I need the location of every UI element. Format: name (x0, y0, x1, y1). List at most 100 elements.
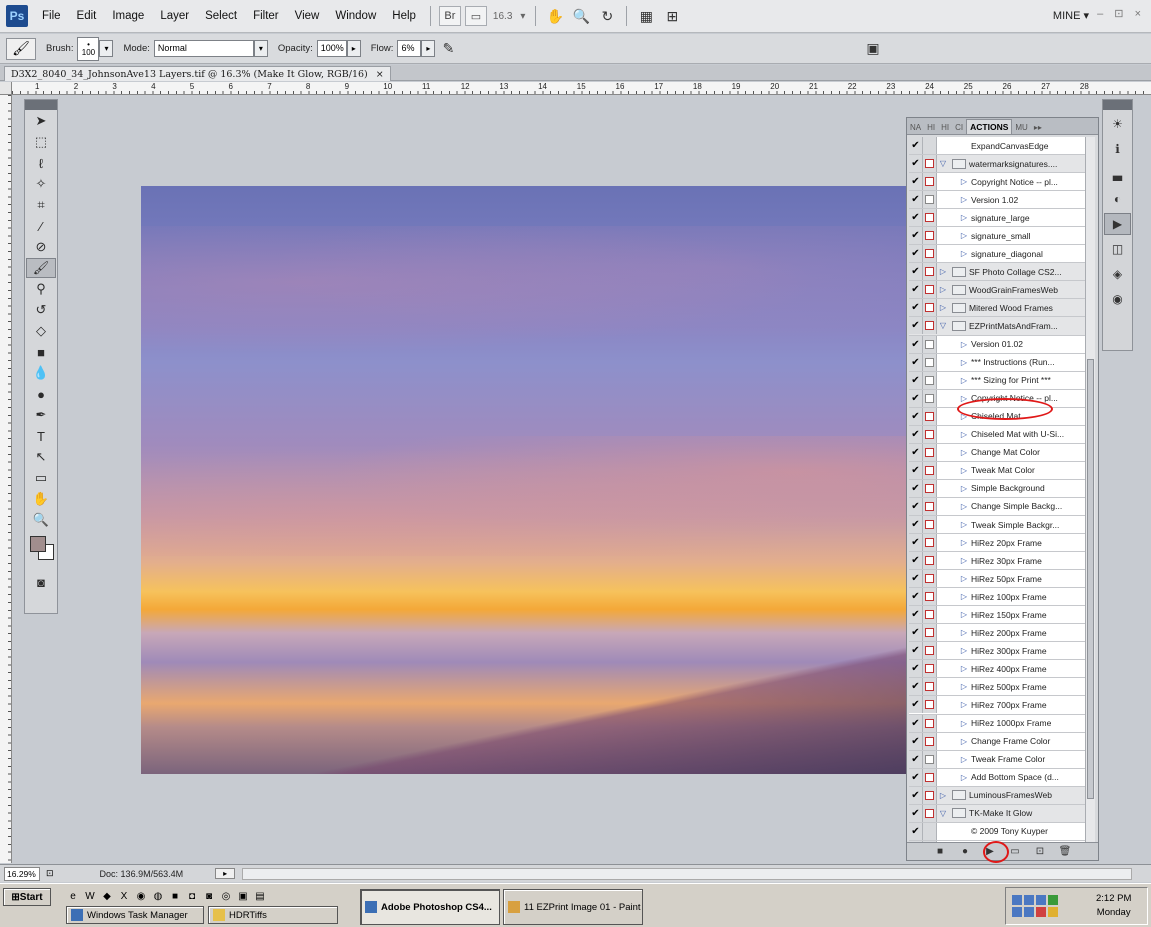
airbrush-icon[interactable]: ✎ (438, 39, 458, 59)
check-icon[interactable]: ✔ (909, 606, 923, 624)
blur-tool-icon[interactable]: 💧 (26, 363, 56, 383)
chevron-right-icon[interactable]: ▷ (959, 700, 969, 709)
pen-tool-icon[interactable]: ✒ (26, 405, 56, 425)
check-icon[interactable]: ✔ (909, 173, 923, 191)
chevron-right-icon[interactable]: ▷ (959, 556, 969, 565)
check-icon[interactable]: ✔ (909, 786, 923, 804)
action-item[interactable]: ✔ ▷ Tweak Mat Color (909, 461, 1089, 480)
dialog-toggle[interactable] (923, 660, 937, 678)
tray-icon[interactable] (1048, 895, 1058, 905)
menu-filter[interactable]: Filter (245, 10, 287, 22)
arrange-documents-icon[interactable]: ▦ (636, 6, 656, 26)
tab-masks[interactable]: MU (1012, 121, 1030, 134)
new-action-icon[interactable]: ⊡ (1033, 846, 1047, 857)
task-hdrtiffs[interactable]: HDRTiffs (208, 906, 338, 924)
menu-file[interactable]: File (34, 10, 69, 22)
check-icon[interactable]: ✔ (909, 660, 923, 678)
opacity-slider-toggle[interactable]: ▸ (346, 40, 361, 57)
chevron-right-icon[interactable]: ▷ (937, 285, 949, 294)
dialog-toggle[interactable] (923, 552, 937, 570)
action-item[interactable]: ✔ ▷ HiRez 1000px Frame (909, 714, 1089, 733)
check-icon[interactable]: ✔ (909, 696, 923, 714)
chevron-right-icon[interactable]: ▷ (937, 791, 949, 800)
bridge-icon[interactable]: Br (438, 6, 461, 26)
app-icon[interactable]: ◍ (151, 889, 165, 903)
info-icon[interactable]: ℹ (1104, 138, 1131, 160)
check-icon[interactable]: ✔ (909, 299, 923, 317)
action-item[interactable]: ✔ ▷ *** Sizing for Print *** (909, 371, 1089, 390)
action-item[interactable]: ✔ ▷ HiRez 30px Frame (909, 552, 1089, 571)
check-icon[interactable]: ✔ (909, 732, 923, 750)
new-set-icon[interactable]: ▭ (1008, 846, 1022, 857)
tray-icon[interactable] (1036, 907, 1046, 917)
chevron-right-icon[interactable]: ▷ (959, 177, 969, 186)
hand-tool-icon[interactable]: ✋ (26, 489, 56, 509)
chevron-right-icon[interactable]: ▷ (959, 592, 969, 601)
action-item[interactable]: ✔ ▷ HiRez 20px Frame (909, 534, 1089, 553)
check-icon[interactable]: ✔ (909, 227, 923, 245)
check-icon[interactable]: ✔ (909, 497, 923, 515)
dialog-toggle[interactable] (923, 389, 937, 407)
check-icon[interactable]: ✔ (909, 335, 923, 353)
chevron-right-icon[interactable]: ▷ (959, 448, 969, 457)
window-controls[interactable]: – ⊡ × (1097, 7, 1145, 20)
stop-icon[interactable]: ■ (933, 846, 947, 857)
type-tool-icon[interactable]: T (26, 426, 56, 446)
check-icon[interactable]: ✔ (909, 714, 923, 732)
dialog-toggle[interactable] (923, 281, 937, 299)
zoom-tool-icon[interactable]: 🔍 (26, 510, 56, 530)
dialog-toggle[interactable] (923, 299, 937, 317)
tray-icon[interactable] (1012, 895, 1022, 905)
lasso-tool-icon[interactable]: ℓ (26, 153, 56, 173)
masks-icon[interactable]: ◐ (1104, 188, 1131, 210)
ie-icon[interactable]: e (66, 889, 80, 903)
foreground-color[interactable] (30, 536, 46, 552)
document-canvas[interactable] (141, 186, 909, 774)
dialog-toggle[interactable] (923, 570, 937, 588)
action-item[interactable]: ✔ ▷ HiRez 500px Frame (909, 678, 1089, 697)
dialog-toggle[interactable] (923, 371, 937, 389)
dialog-toggle[interactable] (923, 606, 937, 624)
check-icon[interactable]: ✔ (909, 371, 923, 389)
status-menu-button[interactable]: ▸ (215, 868, 236, 879)
dialog-toggle[interactable] (923, 209, 937, 227)
action-item[interactable]: ✔ ▷ Copyright Notice -- pl... (909, 173, 1089, 192)
close-icon[interactable]: × (376, 69, 384, 80)
menu-window[interactable]: Window (327, 10, 384, 22)
check-icon[interactable]: ✔ (909, 389, 923, 407)
scrollbar-thumb[interactable] (1087, 359, 1094, 799)
tab-history[interactable]: HI (938, 121, 952, 134)
histogram-icon[interactable]: ▃ (1104, 163, 1131, 185)
task-photoshop[interactable]: Adobe Photoshop CS4... (360, 889, 500, 925)
chevron-right-icon[interactable]: ▷ (959, 628, 969, 637)
rotate-view-icon[interactable]: ↻ (597, 6, 617, 26)
action-item[interactable]: ✔ ▷ Version 01.02 (909, 335, 1089, 354)
actions-scrollbar[interactable] (1085, 137, 1095, 842)
check-icon[interactable]: ✔ (909, 461, 923, 479)
action-item[interactable]: ✔ ▷ HiRez 400px Frame (909, 660, 1089, 679)
action-item[interactable]: ✔ ▷ HiRez 50px Frame (909, 570, 1089, 589)
layers-icon[interactable]: ◫ (1104, 238, 1131, 260)
healing-brush-tool-icon[interactable]: ⊘ (26, 237, 56, 257)
action-item[interactable]: ✔ ▷ Tweak Simple Backgr... (909, 515, 1089, 535)
chevron-right-icon[interactable]: ▷ (959, 376, 969, 385)
check-icon[interactable]: ✔ (909, 137, 923, 155)
start-button[interactable]: ⊞ Start (3, 888, 51, 906)
check-icon[interactable]: ✔ (909, 804, 923, 822)
dialog-toggle[interactable] (923, 714, 937, 732)
marquee-tool-icon[interactable]: ⬚ (26, 132, 56, 152)
check-icon[interactable]: ✔ (909, 155, 923, 173)
actions-icon[interactable]: ▶ (1104, 213, 1131, 235)
dialog-toggle[interactable] (923, 786, 937, 804)
chevron-down-icon[interactable]: ▽ (937, 809, 949, 818)
quick-mask-icon[interactable]: ◙ (26, 572, 56, 592)
check-icon[interactable]: ✔ (909, 209, 923, 227)
brush-preset-picker[interactable]: • 100 (77, 36, 100, 61)
dialog-toggle[interactable] (923, 443, 937, 461)
vertical-ruler[interactable] (0, 95, 12, 863)
app-icon[interactable]: ▤ (253, 889, 267, 903)
check-icon[interactable]: ✔ (909, 678, 923, 696)
chevron-right-icon[interactable]: ▷ (959, 574, 969, 583)
action-set[interactable]: ✔ ▷ WoodGrainFramesWeb (909, 281, 1089, 300)
workspace-switcher[interactable]: MINE ▾ (1053, 9, 1089, 22)
